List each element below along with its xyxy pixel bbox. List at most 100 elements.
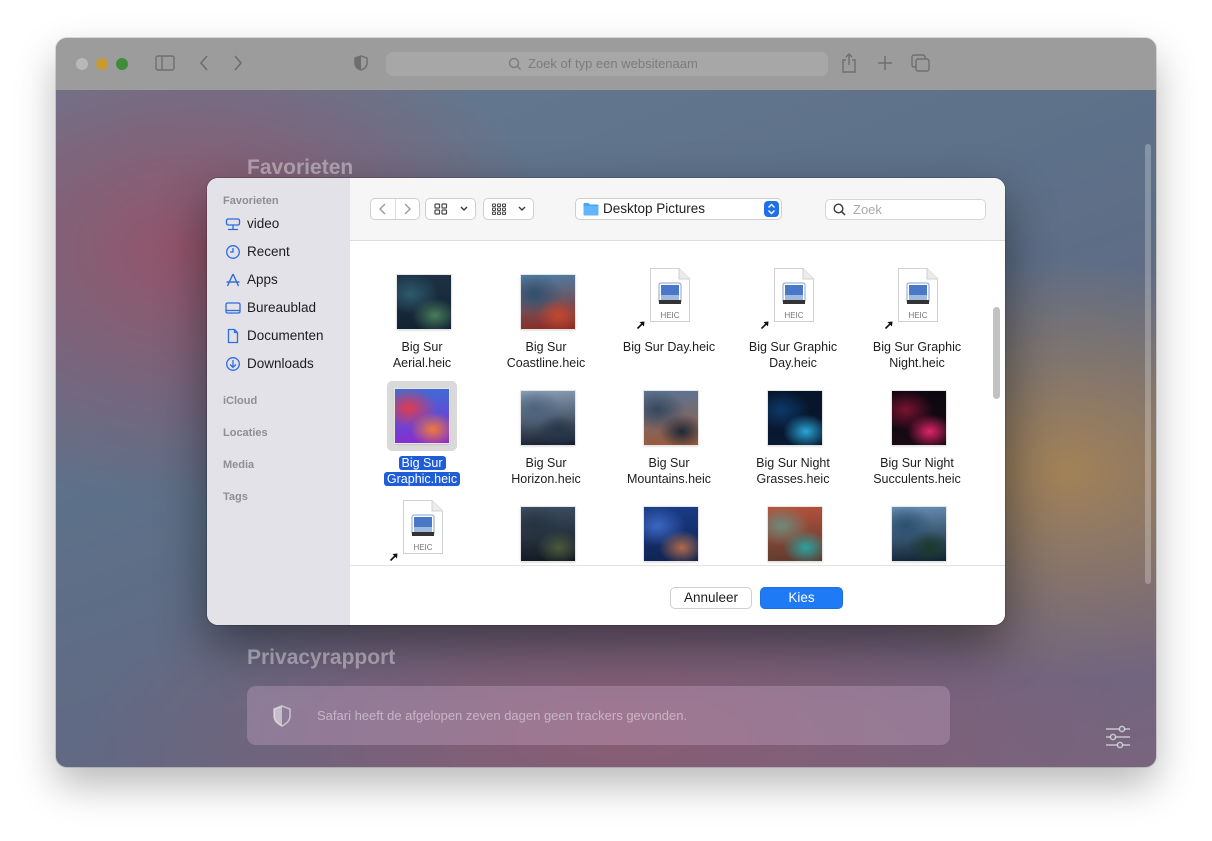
shield-icon	[271, 704, 293, 728]
sidebar-item-documents[interactable]: Documenten	[223, 325, 343, 347]
group-by-button[interactable]	[483, 198, 534, 220]
file-item[interactable]: HEIC	[362, 499, 482, 564]
sidebar-item-label: Documenten	[247, 328, 324, 343]
group-grid-icon	[490, 199, 508, 219]
search-icon	[508, 52, 526, 76]
file-item[interactable]: Big Sur Aerial.heic	[362, 267, 482, 383]
alias-arrow-icon	[884, 317, 894, 330]
file-item[interactable]: HEIC Big Sur Graphic Day.heic	[733, 267, 853, 383]
sidebar-item-label: Bureaublad	[247, 300, 317, 315]
icon-view-icon	[432, 199, 450, 219]
file-name: Big Sur Graphic Night.heic	[872, 340, 962, 370]
document-icon	[225, 328, 241, 344]
folder-icon	[583, 202, 599, 216]
shield-icon[interactable]	[352, 52, 370, 74]
search-icon	[832, 202, 847, 217]
video-drive-icon	[225, 216, 241, 232]
file-thumbnail-frame	[760, 383, 826, 449]
heic-document-icon: HEIC	[897, 267, 939, 323]
image-thumbnail	[521, 391, 575, 445]
file-grid-scrollbar[interactable]	[993, 307, 1000, 399]
file-thumbnail-frame	[884, 499, 950, 564]
file-item[interactable]: HEIC Big Sur Day.heic	[609, 267, 729, 383]
dialog-toolbar: Desktop Pictures Zoek	[350, 178, 1005, 241]
page-scrollbar[interactable]	[1145, 144, 1151, 584]
zoom-window-button[interactable]	[116, 58, 128, 70]
view-mode-button[interactable]	[425, 198, 476, 220]
file-item[interactable]	[609, 499, 729, 564]
image-thumbnail	[768, 391, 822, 445]
heic-document-icon: HEIC	[402, 499, 444, 555]
desktop-icon	[225, 300, 241, 316]
sidebar-item-label: Downloads	[247, 356, 314, 371]
share-icon[interactable]	[840, 52, 858, 74]
file-item[interactable]	[733, 499, 853, 564]
file-item[interactable]	[486, 499, 606, 564]
image-thumbnail	[397, 275, 451, 329]
sidebar-section-icloud[interactable]: iCloud	[223, 395, 257, 407]
clock-icon	[225, 244, 241, 260]
file-name: Big Sur Graphic.heic	[362, 455, 482, 487]
file-item[interactable]: Big Sur Night Succulents.heic	[857, 383, 977, 499]
file-item[interactable]: Big Sur Mountains.heic	[609, 383, 729, 499]
address-bar[interactable]: Zoek of typ een websitenaam	[386, 52, 828, 76]
file-name: Big Sur Graphic Day.heic	[748, 340, 838, 370]
minimize-window-button[interactable]	[96, 58, 108, 70]
file-item[interactable]: Big Sur Graphic.heic	[362, 381, 482, 499]
browser-toolbar: Zoek of typ een websitenaam	[56, 38, 1156, 91]
location-popup[interactable]: Desktop Pictures	[575, 198, 782, 220]
file-thumbnail-frame	[884, 383, 950, 449]
file-name: Big Sur Coastline.heic	[506, 340, 586, 370]
file-item[interactable]: HEIC Big Sur Graphic Night.heic	[857, 267, 977, 383]
image-thumbnail	[644, 391, 698, 445]
sidebar-item-desktop[interactable]: Bureaublad	[223, 297, 343, 319]
file-item[interactable]: Big Sur Night Grasses.heic	[733, 383, 853, 499]
file-name: Big Sur Night Succulents.heic	[873, 456, 961, 486]
tabs-overview-icon[interactable]	[911, 52, 931, 74]
privacy-report-heading: Privacyrapport	[247, 646, 396, 669]
file-name: Big Sur Night Grasses.heic	[756, 456, 830, 486]
sidebar-section-media[interactable]: Media	[223, 459, 254, 471]
sidebar-item-recent[interactable]: Recent	[223, 241, 343, 263]
cancel-button[interactable]: Annuleer	[670, 587, 752, 609]
download-icon	[225, 356, 241, 372]
dialog-main: Desktop Pictures Zoek Big Sur Aerial.heic…	[350, 178, 1005, 625]
file-name: Big Sur Mountains.heic	[626, 456, 712, 486]
image-thumbnail	[768, 507, 822, 561]
chevron-down-icon	[516, 199, 528, 219]
file-item[interactable]	[857, 499, 977, 564]
forward-icon[interactable]	[230, 52, 246, 74]
sidebar-item-label: Recent	[247, 244, 290, 259]
close-window-button[interactable]	[76, 58, 88, 70]
file-thumbnail-frame	[387, 381, 457, 451]
sidebar-section-locations[interactable]: Locaties	[223, 427, 268, 439]
new-tab-icon[interactable]	[876, 52, 894, 74]
file-thumbnail-frame	[513, 383, 579, 449]
privacy-report-card[interactable]: Safari heeft de afgelopen zeven dagen ge…	[247, 686, 950, 745]
customize-start-page-icon[interactable]	[1104, 724, 1132, 750]
file-item[interactable]: Big Sur Horizon.heic	[486, 383, 606, 499]
file-thumbnail-frame: HEIC	[884, 267, 950, 333]
sidebar-icon[interactable]	[154, 52, 176, 74]
search-placeholder: Zoek	[853, 202, 882, 217]
sidebar-item-downloads[interactable]: Downloads	[223, 353, 343, 375]
choose-button[interactable]: Kies	[760, 587, 843, 609]
sidebar-item-apps[interactable]: Apps	[223, 269, 343, 291]
heic-document-icon: HEIC	[649, 267, 691, 323]
sidebar-item-video[interactable]: video	[223, 213, 343, 235]
heic-document-icon: HEIC	[773, 267, 815, 323]
file-thumbnail-frame	[636, 499, 702, 564]
address-placeholder: Zoek of typ een websitenaam	[528, 56, 698, 71]
image-thumbnail	[521, 275, 575, 329]
dialog-footer: Annuleer Kies	[350, 565, 1005, 625]
file-thumbnail-frame	[513, 267, 579, 333]
file-item[interactable]: Big Sur Coastline.heic	[486, 267, 606, 383]
back-button[interactable]	[371, 199, 396, 219]
image-thumbnail	[892, 507, 946, 561]
back-icon[interactable]	[196, 52, 212, 74]
file-thumbnail-frame	[513, 499, 579, 564]
forward-button[interactable]	[396, 199, 419, 219]
sidebar-section-favorites: Favorieten	[223, 195, 279, 207]
sidebar-section-tags[interactable]: Tags	[223, 491, 248, 503]
search-field[interactable]: Zoek	[825, 199, 986, 220]
